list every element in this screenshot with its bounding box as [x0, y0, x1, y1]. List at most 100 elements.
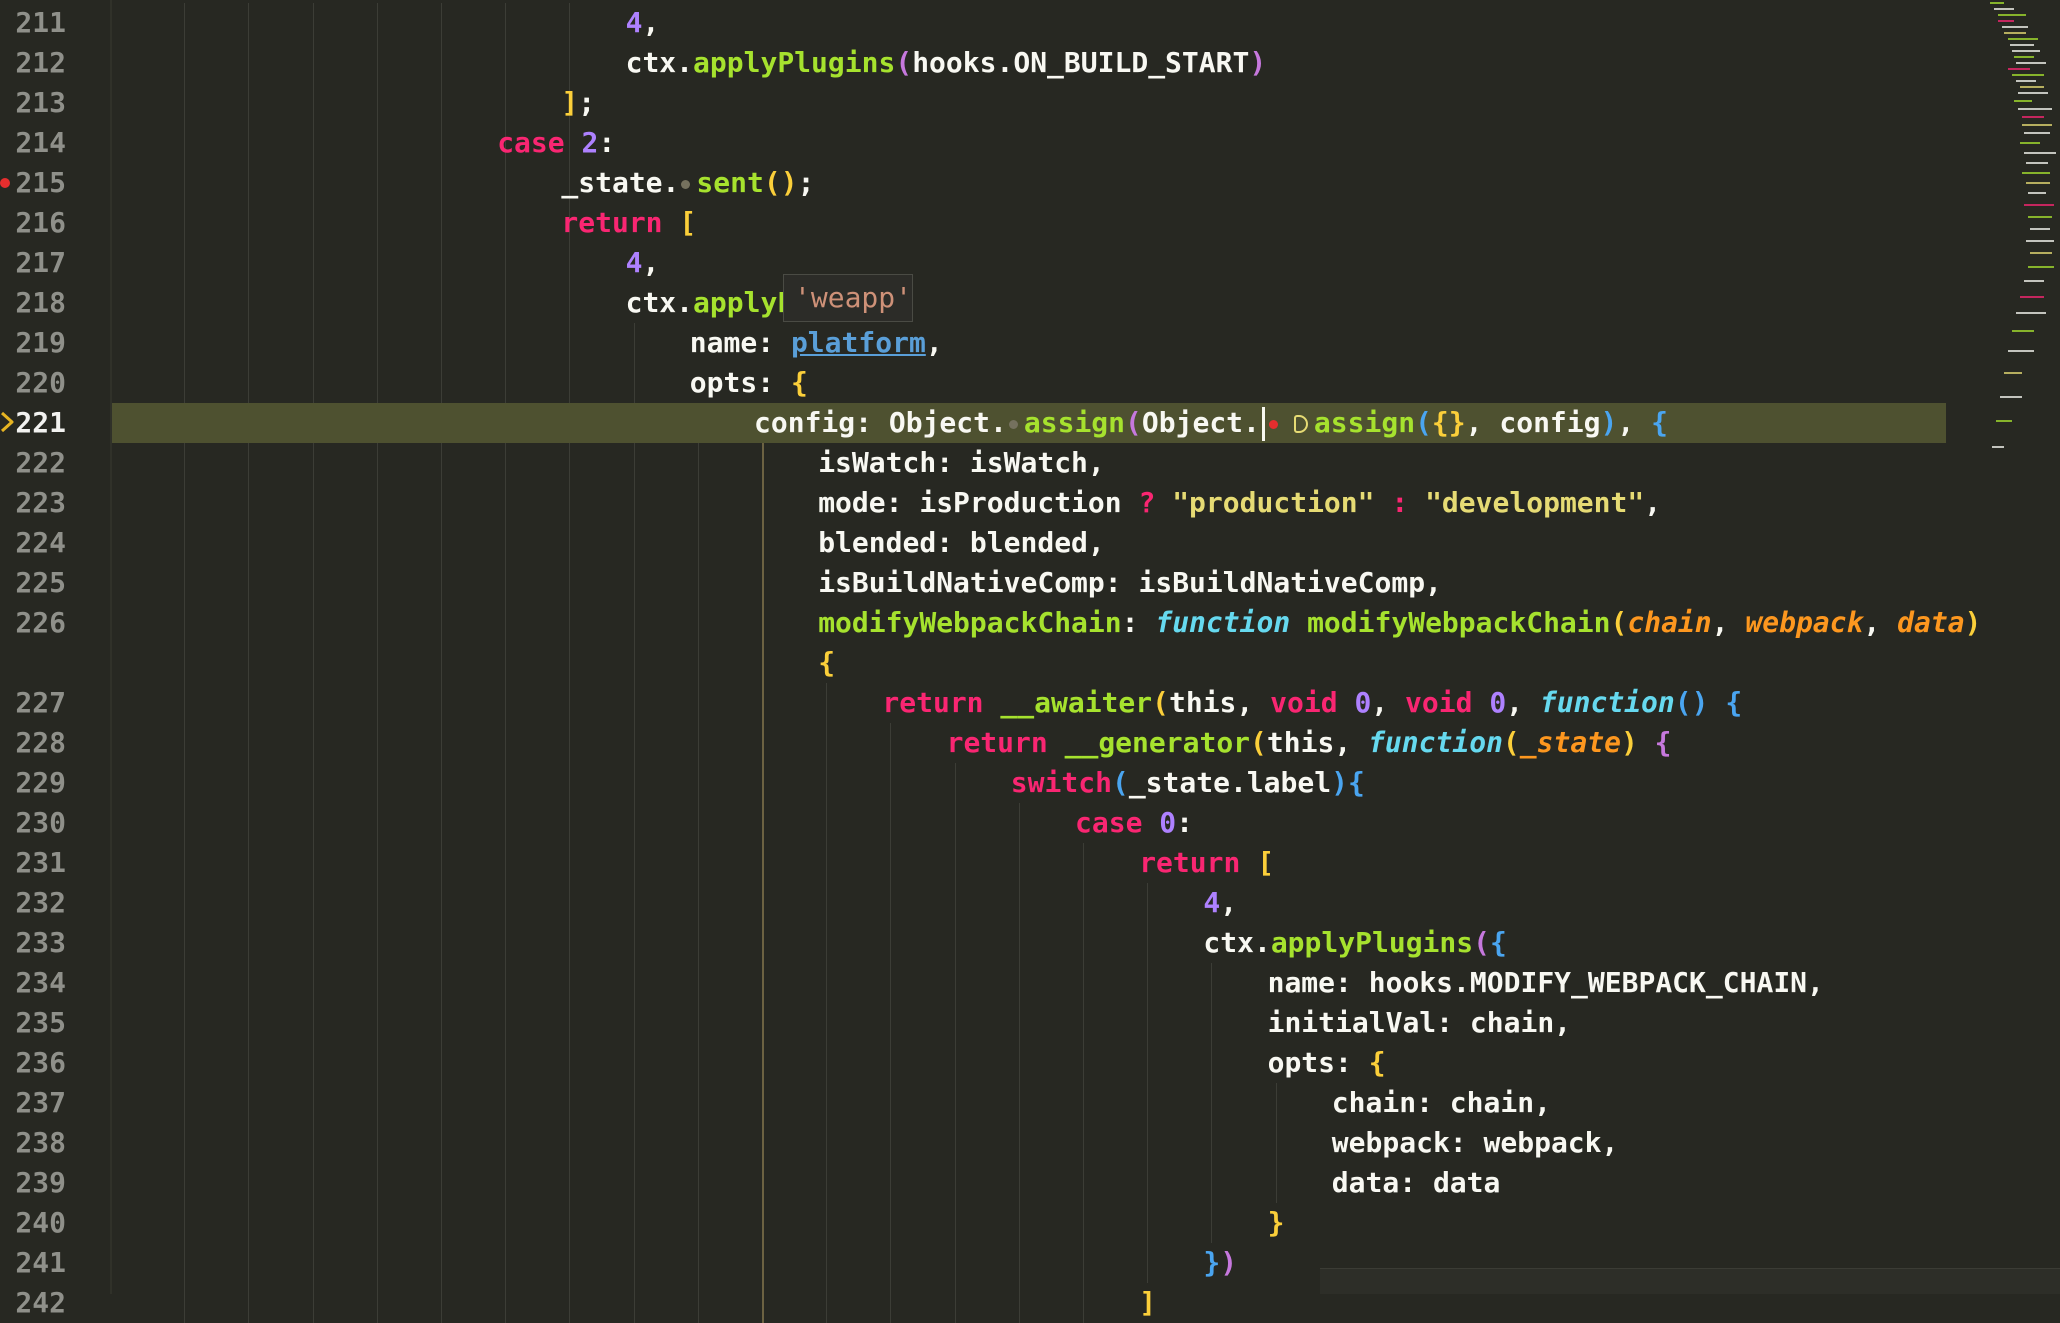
inline-breakpoint-icon[interactable] — [1268, 419, 1278, 429]
code-line[interactable]: 223 mode: isProduction ? "production" : "… — [0, 483, 1950, 523]
code-text[interactable]: { — [818, 643, 835, 683]
code-text[interactable]: initialVal: chain, — [1268, 1003, 1571, 1043]
code-token: . — [676, 46, 694, 79]
code-line[interactable]: { — [0, 643, 1950, 683]
code-text[interactable]: config: Object. assign(Object. assign({}, … — [754, 403, 1668, 443]
code-line[interactable]: 217 4, — [0, 243, 1950, 283]
code-token: name: hooks.MODIFY_WEBPACK_CHAIN, — [1267, 966, 1824, 999]
code-text[interactable]: 4, — [626, 243, 660, 283]
code-token: webpack — [1745, 606, 1864, 639]
code-line[interactable]: 232 4, — [0, 883, 1950, 923]
code-line[interactable]: 213]; — [0, 83, 1950, 123]
code-token: { — [790, 366, 808, 399]
code-text[interactable]: switch(_state.label){ — [1011, 763, 1365, 803]
code-line[interactable]: 240} — [0, 1203, 1950, 1243]
code-line[interactable]: 212 ctx.applyPlugins(hooks.ON_BUILD_START… — [0, 43, 1950, 83]
code-line[interactable]: 216 return [ — [0, 203, 1950, 243]
line-number: 234 — [15, 966, 66, 999]
code-text[interactable]: isWatch: isWatch, — [818, 443, 1105, 483]
line-number: 242 — [15, 1286, 66, 1319]
breakpoint-icon[interactable] — [0, 178, 10, 188]
code-line[interactable]: 234 name: hooks.MODIFY_WEBPACK_CHAIN, — [0, 963, 1950, 1003]
code-text[interactable]: ] — [1139, 1283, 1156, 1323]
code-token: { — [1651, 406, 1668, 439]
code-line[interactable]: 227 return __awaiter(this, void 0, void 0… — [0, 683, 1950, 723]
code-line[interactable]: 236 opts: { — [0, 1043, 1950, 1083]
code-token: [ — [1257, 846, 1275, 879]
code-text[interactable]: case 0: — [1075, 803, 1193, 843]
code-text[interactable]: data: data — [1332, 1163, 1501, 1203]
code-text[interactable]: opts: { — [690, 363, 808, 403]
code-text[interactable]: 4, — [1203, 883, 1237, 923]
code-line[interactable]: 228 return __generator(this, function(_st… — [0, 723, 1950, 763]
debug-current-line-icon[interactable] — [0, 411, 16, 433]
code-text[interactable]: ctx.applyPlugins(hooks.ON_BUILD_START) — [626, 43, 1267, 83]
code-token: __awaiter — [1000, 686, 1153, 719]
code-text[interactable]: webpack: webpack, — [1332, 1123, 1619, 1163]
line-number: 235 — [15, 1006, 66, 1039]
step-target-icon[interactable] — [1293, 415, 1308, 433]
code-text[interactable]: return __awaiter(this, void 0, void 0, f… — [882, 683, 1742, 723]
code-token: , config — [1465, 406, 1601, 439]
code-line[interactable]: 218 ctx.applyP — [0, 283, 1950, 323]
code-text[interactable]: ctx.applyP — [626, 283, 795, 323]
code-line[interactable]: 230 case 0: — [0, 803, 1950, 843]
code-text[interactable]: return [ — [561, 203, 696, 243]
code-line[interactable]: 239 data: data — [0, 1163, 1950, 1203]
code-text[interactable]: }) — [1203, 1243, 1237, 1283]
code-token: ( — [1502, 726, 1520, 759]
code-line[interactable]: 233 ctx.applyPlugins({ — [0, 923, 1950, 963]
current-code-line[interactable]: 221 config: Object. assign(Object. assign({… — [0, 403, 1950, 443]
code-line[interactable]: 219 name: platform, — [0, 323, 1950, 363]
code-text[interactable]: blended: blended, — [818, 523, 1105, 563]
code-line[interactable]: 238 webpack: webpack, — [0, 1123, 1950, 1163]
code-text[interactable]: isBuildNativeComp: isBuildNativeComp, — [818, 563, 1442, 603]
code-token: blended: blended, — [818, 526, 1105, 559]
code-text[interactable]: return __generator(this, function(_state… — [947, 723, 1672, 763]
minimap[interactable] — [1968, 0, 2060, 470]
code-token: data: data — [1331, 1166, 1501, 1199]
code-token: ctx. — [625, 286, 694, 319]
code-line[interactable]: 211 4, — [0, 3, 1950, 43]
code-text[interactable]: } — [1268, 1203, 1285, 1243]
code-text[interactable]: chain: chain, — [1332, 1083, 1551, 1123]
code-token: function — [1155, 606, 1308, 639]
code-line[interactable]: 237 chain: chain, — [0, 1083, 1950, 1123]
code-text[interactable]: case 2: — [497, 123, 615, 163]
code-line[interactable]: 222 isWatch: isWatch, — [0, 443, 1950, 483]
code-line[interactable]: 220 opts: { — [0, 363, 1950, 403]
code-text[interactable]: return [ — [1139, 843, 1274, 883]
code-token: () — [1674, 686, 1726, 719]
code-line[interactable]: 215 _state. sent(); — [0, 163, 1950, 203]
code-text[interactable]: ctx.applyPlugins({ — [1203, 923, 1506, 963]
code-line[interactable]: 225 isBuildNativeComp: isBuildNativeComp, — [0, 563, 1950, 603]
code-text[interactable]: mode: isProduction ? "production" : "dev… — [818, 483, 1661, 523]
code-text[interactable]: name: hooks.MODIFY_WEBPACK_CHAIN, — [1268, 963, 1824, 1003]
code-line[interactable]: 224 blended: blended, — [0, 523, 1950, 563]
inline-step-icon[interactable] — [681, 179, 691, 189]
code-token: return — [946, 726, 1065, 759]
line-number: 214 — [15, 126, 66, 159]
variable-link[interactable]: platform — [791, 326, 926, 359]
line-number: 228 — [15, 726, 66, 759]
code-token: assign — [1023, 406, 1126, 439]
code-text[interactable]: _state. sent(); — [561, 163, 814, 203]
code-line[interactable]: 231 return [ — [0, 843, 1950, 883]
code-token: ( — [1473, 926, 1490, 959]
code-line[interactable]: 226 modifyWebpackChain: function modifyWe… — [0, 603, 1981, 643]
code-editor[interactable]: 211 4, 212 ctx.applyPlugins(hooks.ON_BUILD_… — [0, 0, 2060, 1323]
inline-step-icon[interactable] — [1008, 419, 1018, 429]
code-text[interactable]: name: platform, — [690, 323, 943, 363]
code-text[interactable]: ]; — [561, 83, 595, 123]
code-line[interactable]: 235 initialVal: chain, — [0, 1003, 1950, 1043]
code-text[interactable]: 4, — [626, 3, 660, 43]
code-text[interactable]: modifyWebpackChain: function modifyWebpa… — [818, 603, 1981, 643]
line-number: 212 — [15, 46, 66, 79]
text-cursor — [1261, 407, 1265, 441]
code-line[interactable]: 214 case 2: — [0, 123, 1950, 163]
code-token: , — [1617, 406, 1652, 439]
code-token: "development" — [1425, 486, 1645, 519]
code-line[interactable]: 229 switch(_state.label){ — [0, 763, 1950, 803]
bottom-panel-edge — [1320, 1268, 2060, 1294]
code-text[interactable]: opts: { — [1268, 1043, 1386, 1083]
